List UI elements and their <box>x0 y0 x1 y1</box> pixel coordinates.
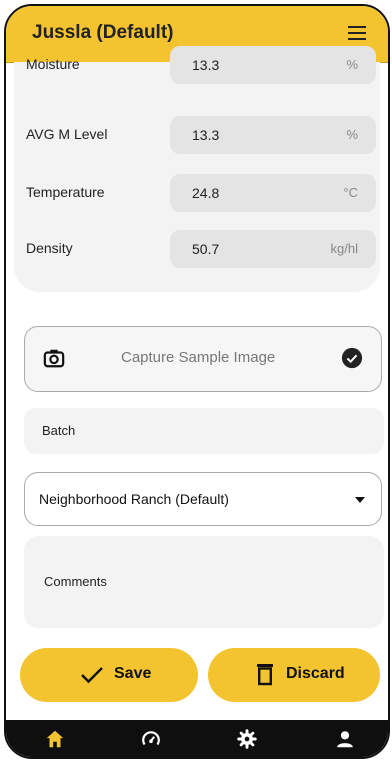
measurement-row-temperature: Temperature 24.8 °C <box>14 174 380 212</box>
measurement-value: 50.7 <box>192 241 220 257</box>
home-icon[interactable] <box>44 728 66 750</box>
measurement-row-density: Density 50.7 kg/hl <box>14 230 380 268</box>
measurement-label: Density <box>26 240 73 256</box>
measurement-value: 13.3 <box>192 127 220 143</box>
settings-icon[interactable] <box>236 728 258 750</box>
measurement-value-field: 50.7 kg/hl <box>170 230 376 268</box>
save-label: Save <box>114 665 152 682</box>
measurement-label: Temperature <box>26 184 105 200</box>
app-title: Jussla (Default) <box>32 22 174 43</box>
phone-frame: Jussla (Default) Moisture 13.3 % AVG M L… <box>4 4 390 759</box>
measurement-unit: °C <box>343 185 358 200</box>
measurement-unit: % <box>346 57 358 72</box>
measurement-value-field: 13.3 % <box>170 116 376 154</box>
measurement-label: AVG M Level <box>26 126 108 142</box>
measurement-unit: % <box>346 127 358 142</box>
trash-icon <box>257 664 273 686</box>
measurement-unit: kg/hl <box>330 241 358 256</box>
camera-icon <box>43 349 65 368</box>
discard-label: Discard <box>286 665 345 682</box>
checkmark-icon <box>81 667 103 684</box>
measurement-label: Moisture <box>26 56 80 72</box>
batch-label: Batch <box>42 423 76 438</box>
save-button[interactable]: Save <box>20 648 198 702</box>
bottom-navigation <box>6 720 388 757</box>
farm-select[interactable]: Neighborhood Ranch (Default) <box>24 472 382 526</box>
comments-label: Comments <box>44 574 107 589</box>
menu-icon[interactable] <box>348 26 366 40</box>
measurements-card: Moisture 13.3 % AVG M Level 13.3 % Tempe… <box>14 46 380 292</box>
measurement-value: 24.8 <box>192 185 220 201</box>
check-circle-icon <box>341 347 363 369</box>
dropdown-arrow-icon <box>355 497 365 503</box>
capture-label: Capture Sample Image <box>121 349 276 366</box>
measurement-value-field: 24.8 °C <box>170 174 376 212</box>
measurement-row-moisture: Moisture 13.3 % <box>14 46 380 84</box>
measurement-row-avg-m-level: AVG M Level 13.3 % <box>14 116 380 154</box>
farm-selected-value: Neighborhood Ranch (Default) <box>39 491 229 507</box>
discard-button[interactable]: Discard <box>208 648 380 702</box>
comments-field[interactable]: Comments <box>24 536 384 628</box>
gauge-icon[interactable] <box>140 728 162 750</box>
measurement-value: 13.3 <box>192 57 220 73</box>
profile-icon[interactable] <box>334 728 356 750</box>
capture-sample-image-button[interactable]: Capture Sample Image <box>24 326 382 392</box>
measurement-value-field: 13.3 % <box>170 46 376 84</box>
batch-field[interactable]: Batch <box>24 408 384 454</box>
